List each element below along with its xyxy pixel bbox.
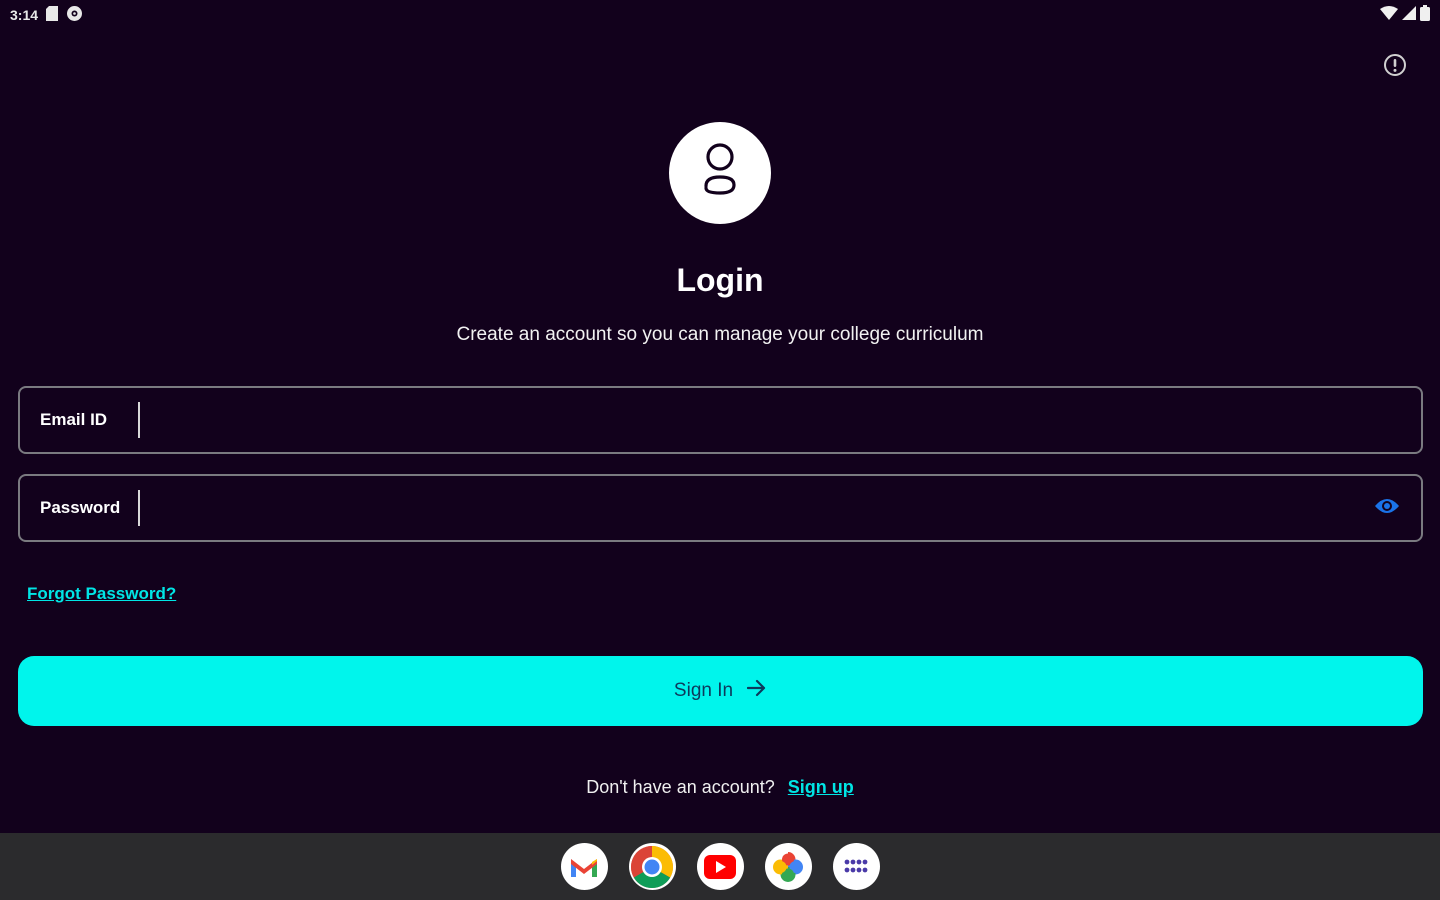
password-input[interactable]	[138, 490, 1363, 526]
youtube-icon[interactable]	[696, 843, 744, 890]
app-dock	[0, 833, 1440, 900]
email-input[interactable]	[138, 402, 1421, 438]
eye-icon	[1374, 497, 1400, 520]
status-time: 3:14	[10, 7, 39, 23]
settings-status-icon	[66, 5, 83, 25]
status-bar-right	[1380, 4, 1430, 26]
chrome-icon[interactable]	[628, 843, 676, 890]
sign-in-button[interactable]: Sign In	[18, 656, 1423, 726]
forgot-password-link[interactable]: Forgot Password?	[27, 584, 176, 604]
person-icon	[695, 141, 745, 206]
email-label: Email ID	[40, 410, 108, 429]
password-label: Password	[40, 498, 121, 517]
arrow-right-icon	[746, 679, 767, 703]
photos-icon[interactable]	[764, 843, 812, 890]
signup-prompt: Don't have an account?	[586, 777, 775, 797]
sign-up-link[interactable]: Sign up	[788, 777, 854, 797]
gmail-icon[interactable]	[560, 843, 608, 890]
signup-row: Don't have an account? Sign up	[0, 777, 1440, 798]
info-button[interactable]	[1382, 53, 1408, 82]
status-bar: 3:14	[0, 0, 1440, 30]
status-bar-left: 3:14	[10, 5, 83, 25]
app-drawer-icon[interactable]	[832, 843, 880, 890]
sign-in-label: Sign In	[673, 680, 734, 701]
password-field[interactable]: Password	[18, 474, 1423, 542]
battery-icon	[1420, 4, 1430, 26]
toggle-password-visibility-button[interactable]	[1363, 484, 1411, 532]
page-subtitle: Create an account so you can manage your…	[456, 324, 984, 345]
info-circle-icon	[1383, 53, 1407, 82]
email-field[interactable]: Email ID	[18, 386, 1423, 454]
sd-card-icon	[46, 6, 59, 24]
wifi-icon	[1380, 5, 1398, 25]
page-title: Login	[676, 262, 764, 298]
cellular-icon	[1402, 5, 1416, 25]
avatar	[669, 122, 771, 224]
